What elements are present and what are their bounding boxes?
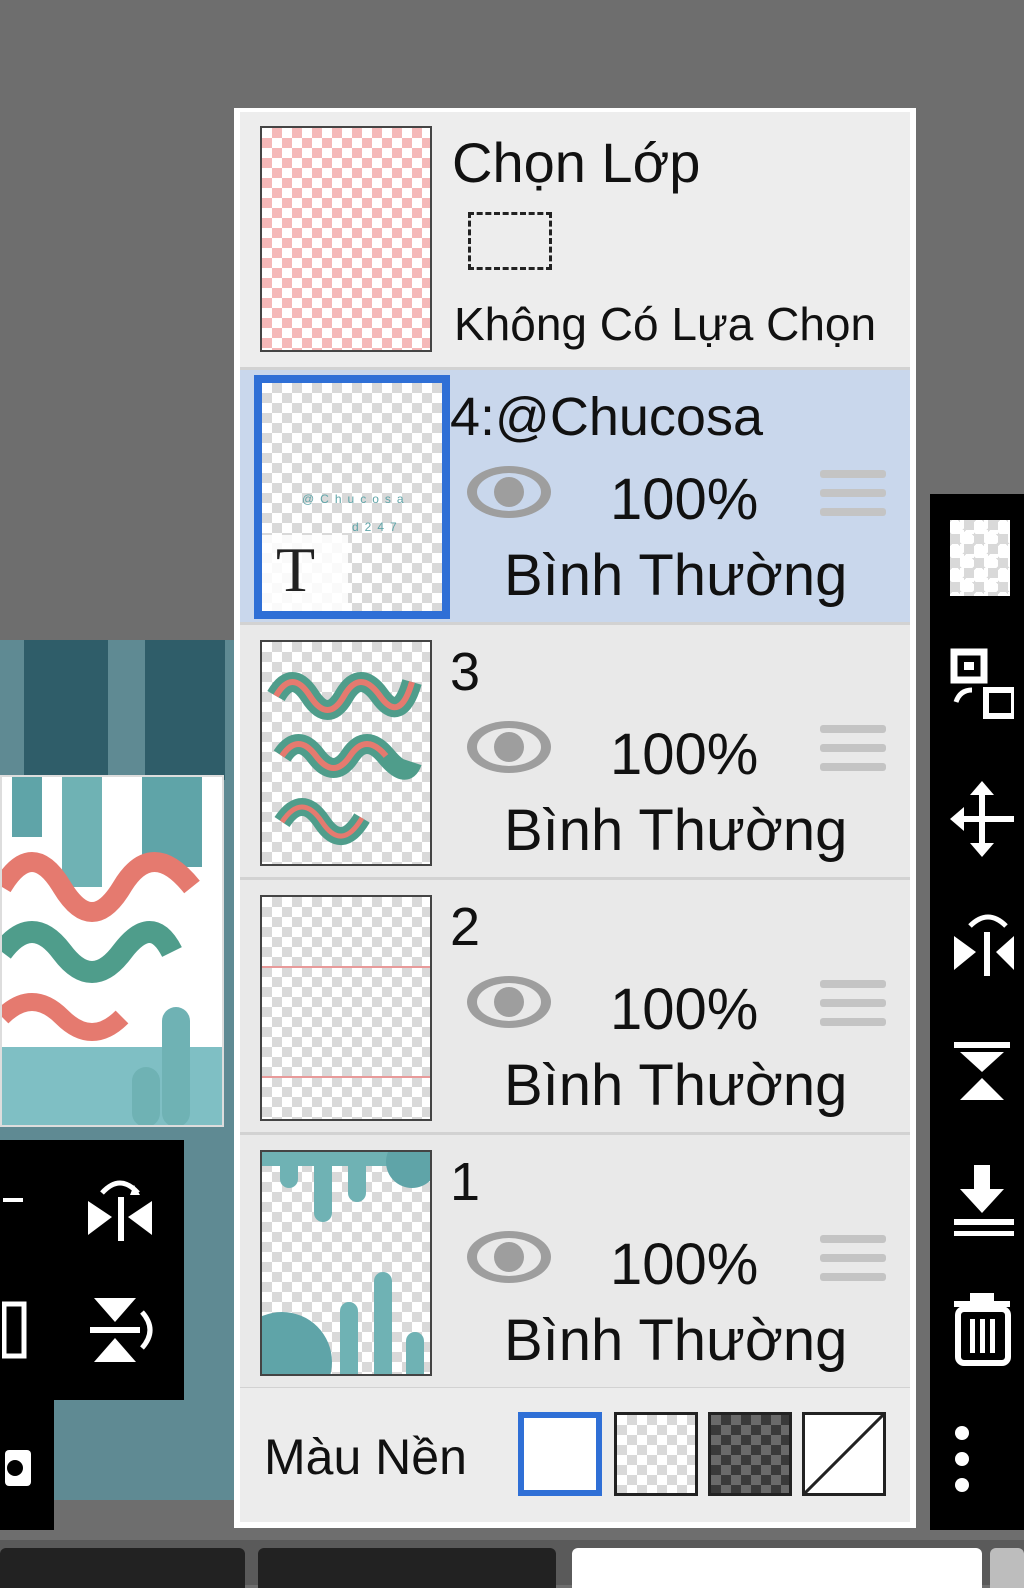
left-toolbox <box>0 1140 184 1400</box>
layer-opacity[interactable]: 100% <box>610 1231 758 1298</box>
selection-status: Không Có Lựa Chọn <box>454 298 877 350</box>
layer-opacity[interactable]: 100% <box>610 721 758 788</box>
layer-opacity[interactable]: 100% <box>610 976 758 1043</box>
bottom-tab[interactable] <box>258 1548 556 1588</box>
copy-icon[interactable] <box>0 1290 30 1370</box>
background-transparent-dark-swatch[interactable] <box>708 1412 792 1496</box>
layer-panel: Chọn Lớp Không Có Lựa Chọn @Chucosa d247… <box>234 108 916 1528</box>
layer-blend-mode[interactable]: Bình Thường <box>504 1307 847 1374</box>
selection-layer-row[interactable]: Chọn Lớp Không Có Lựa Chọn <box>240 112 910 370</box>
bottom-bar <box>0 1540 1024 1588</box>
move-icon[interactable] <box>950 779 1024 859</box>
layer-thumbnail[interactable] <box>260 895 432 1121</box>
background-color-label: Màu Nền <box>264 1429 467 1485</box>
layer-thumbnail[interactable] <box>260 1150 432 1376</box>
selection-layer-title: Chọn Lớp <box>452 131 701 194</box>
camera-icon[interactable] <box>0 1430 40 1500</box>
flip-horizontal-icon[interactable] <box>950 904 1024 984</box>
trash-icon[interactable] <box>950 1289 1024 1369</box>
minus-icon[interactable] <box>0 1170 30 1230</box>
merge-down-icon[interactable] <box>950 1159 1024 1239</box>
canvas-artwork <box>2 777 222 1125</box>
text-layer-icon: T <box>276 534 316 605</box>
layer-opacity[interactable]: 100% <box>610 466 758 533</box>
visibility-eye-icon[interactable] <box>464 1227 554 1287</box>
transform-icon[interactable] <box>950 644 1024 724</box>
canvas-art-stripe <box>24 640 108 780</box>
layer-thumbnail[interactable] <box>260 640 432 866</box>
selection-layer-thumbnail <box>260 126 432 352</box>
bottom-tab[interactable] <box>0 1548 245 1588</box>
background-color-row: Màu Nền <box>240 1388 910 1522</box>
canvas-preview[interactable] <box>0 775 224 1127</box>
layer-row-3[interactable]: 3 100% Bình Thường <box>240 625 910 880</box>
layer-row-1[interactable]: 1 100% Bình Thường <box>240 1135 910 1390</box>
layer-name: 4:@Chucosa <box>450 387 763 447</box>
flip-vertical-icon[interactable] <box>950 1034 1024 1114</box>
layer-name: 2 <box>450 897 481 957</box>
marquee-icon <box>468 212 552 270</box>
svg-text:d247: d247 <box>352 520 403 534</box>
bottom-tab[interactable] <box>990 1548 1024 1588</box>
background-none-swatch[interactable] <box>802 1412 886 1496</box>
canvas-art-stripe <box>145 640 225 780</box>
flip-vertical-icon[interactable] <box>80 1290 160 1370</box>
visibility-eye-icon[interactable] <box>464 462 554 522</box>
right-toolbar <box>930 494 1024 1530</box>
drag-handle-icon[interactable] <box>820 470 886 524</box>
transparency-icon[interactable] <box>950 518 1024 598</box>
layer-blend-mode[interactable]: Bình Thường <box>504 1052 847 1119</box>
drag-handle-icon[interactable] <box>820 1235 886 1289</box>
flip-horizontal-icon[interactable] <box>80 1170 160 1250</box>
layer-blend-mode[interactable]: Bình Thường <box>504 797 847 864</box>
layer-name: 1 <box>450 1152 481 1212</box>
background-transparent-light-swatch[interactable] <box>614 1412 698 1496</box>
svg-text:@Chucosa: @Chucosa <box>302 492 410 506</box>
layer-thumbnail[interactable]: @Chucosa d247 T <box>254 375 450 619</box>
layer-blend-mode[interactable]: Bình Thường <box>504 542 847 609</box>
left-toolbox-lower <box>0 1400 54 1530</box>
layer-row-2[interactable]: 2 100% Bình Thường <box>240 880 910 1135</box>
more-vertical-icon[interactable] <box>950 1419 1024 1499</box>
layer-row-4[interactable]: @Chucosa d247 T 4:@Chucosa 100% Bình Thư… <box>240 370 910 625</box>
visibility-eye-icon[interactable] <box>464 717 554 777</box>
visibility-eye-icon[interactable] <box>464 972 554 1032</box>
drag-handle-icon[interactable] <box>820 980 886 1034</box>
layer-name: 3 <box>450 642 481 702</box>
background-white-swatch[interactable] <box>518 1412 602 1496</box>
bottom-tab[interactable] <box>572 1548 982 1588</box>
drag-handle-icon[interactable] <box>820 725 886 779</box>
